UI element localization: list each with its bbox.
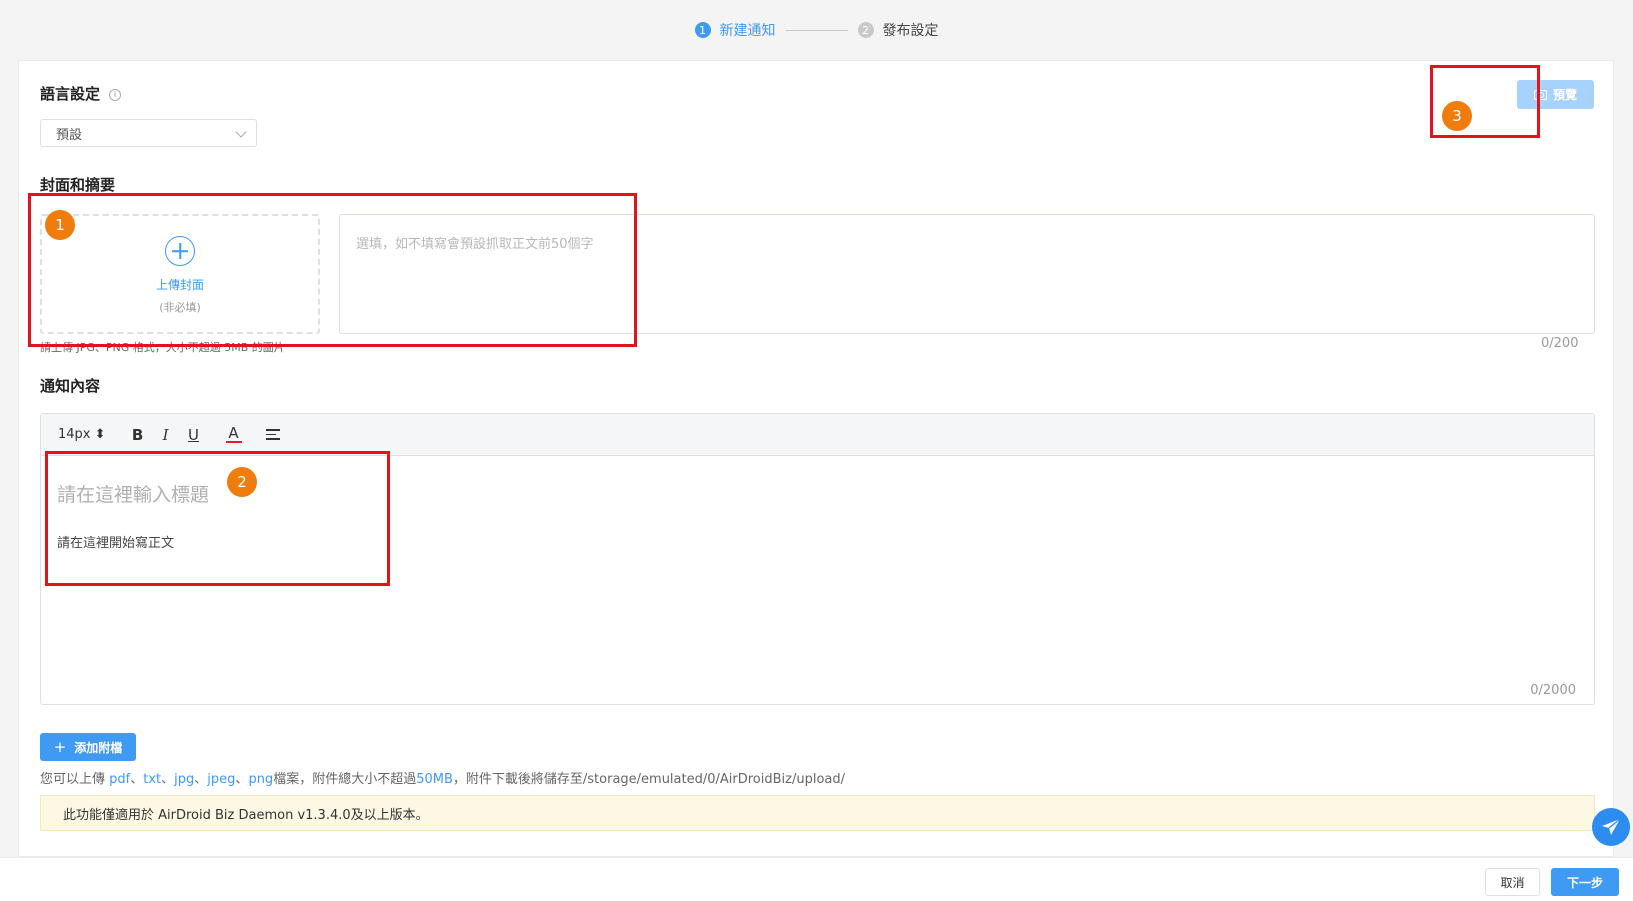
stepper: 1 新建通知 2 發布設定 [0,0,1633,60]
footer-bar: 取消 下一步 [0,857,1633,901]
separator: 、 [161,772,175,787]
attachment-hint-prefix: 您可以上傳 [40,772,110,787]
paper-plane-icon [1602,818,1621,835]
editor-char-count: 0/2000 [1530,683,1576,698]
attachment-size-limit: 50MB [416,772,453,787]
next-step-button[interactable]: 下一步 [1551,868,1619,896]
underline-button[interactable]: U [186,426,202,444]
info-icon[interactable]: i [109,88,122,101]
step-2: 2 發布設定 [857,20,939,40]
attachment-hint: 您可以上傳 pdf、txt、jpg、jpeg、png檔案，附件總大小不超過50M… [40,768,845,787]
chevron-down-icon [235,126,247,138]
cancel-button[interactable]: 取消 [1485,868,1540,896]
language-select[interactable]: 預設 [40,119,257,147]
add-attachment-button[interactable]: + 添加附檔 [40,733,136,761]
step-1: 1 新建通知 [694,20,776,40]
annotation-box-1 [28,193,637,347]
font-size-select[interactable]: 14px ⬍ [58,427,106,442]
file-type-pdf: pdf [109,772,131,787]
separator: 、 [235,772,249,787]
separator: 、 [194,772,208,787]
send-icon[interactable] [1592,808,1630,846]
language-section-title: 語言設定 i [40,83,122,104]
text-color-button[interactable]: A [225,426,242,443]
add-attachment-label: 添加附檔 [74,740,123,755]
step-1-number: 1 [694,22,711,38]
bold-button[interactable]: B [130,426,146,444]
file-type-png: png [248,772,274,787]
file-type-txt: txt [143,772,162,787]
sort-arrows-icon: ⬍ [94,427,106,442]
separator: 、 [130,772,144,787]
language-select-value: 預設 [56,127,83,143]
annotation-badge-3: 3 [1442,101,1472,131]
step-connector [785,29,848,31]
language-title: 語言設定 [40,85,101,103]
summary-char-count: 0/200 [1541,336,1579,351]
annotation-badge-2: 2 [227,467,257,497]
file-type-jpeg: jpeg [207,772,236,787]
step-2-number: 2 [857,22,874,38]
plus-icon: + [53,738,67,756]
annotation-badge-1: 1 [45,210,75,240]
version-notice-text: 此功能僅適用於 AirDroid Biz Daemon v1.3.4.0及以上版… [63,807,429,823]
file-type-jpg: jpg [174,772,195,787]
cover-section-title: 封面和摘要 [40,176,116,194]
align-left-icon[interactable] [265,429,280,440]
attachment-hint-suffix: ，附件下載後將儲存至/storage/emulated/0/AirDroidBi… [452,772,846,787]
annotation-box-2 [45,451,390,586]
step-2-label: 發布設定 [882,23,939,39]
preview-label: 預覽 [1552,88,1577,102]
version-notice: 此功能僅適用於 AirDroid Biz Daemon v1.3.4.0及以上版… [40,795,1595,831]
content-section-title: 通知內容 [40,377,101,395]
font-size-value: 14px [58,427,91,442]
italic-button[interactable]: I [158,426,174,444]
editor-toolbar: 14px ⬍ B I U A [41,414,1594,456]
step-1-label: 新建通知 [719,23,776,39]
attachment-hint-mid: 檔案，附件總大小不超過 [273,772,417,787]
